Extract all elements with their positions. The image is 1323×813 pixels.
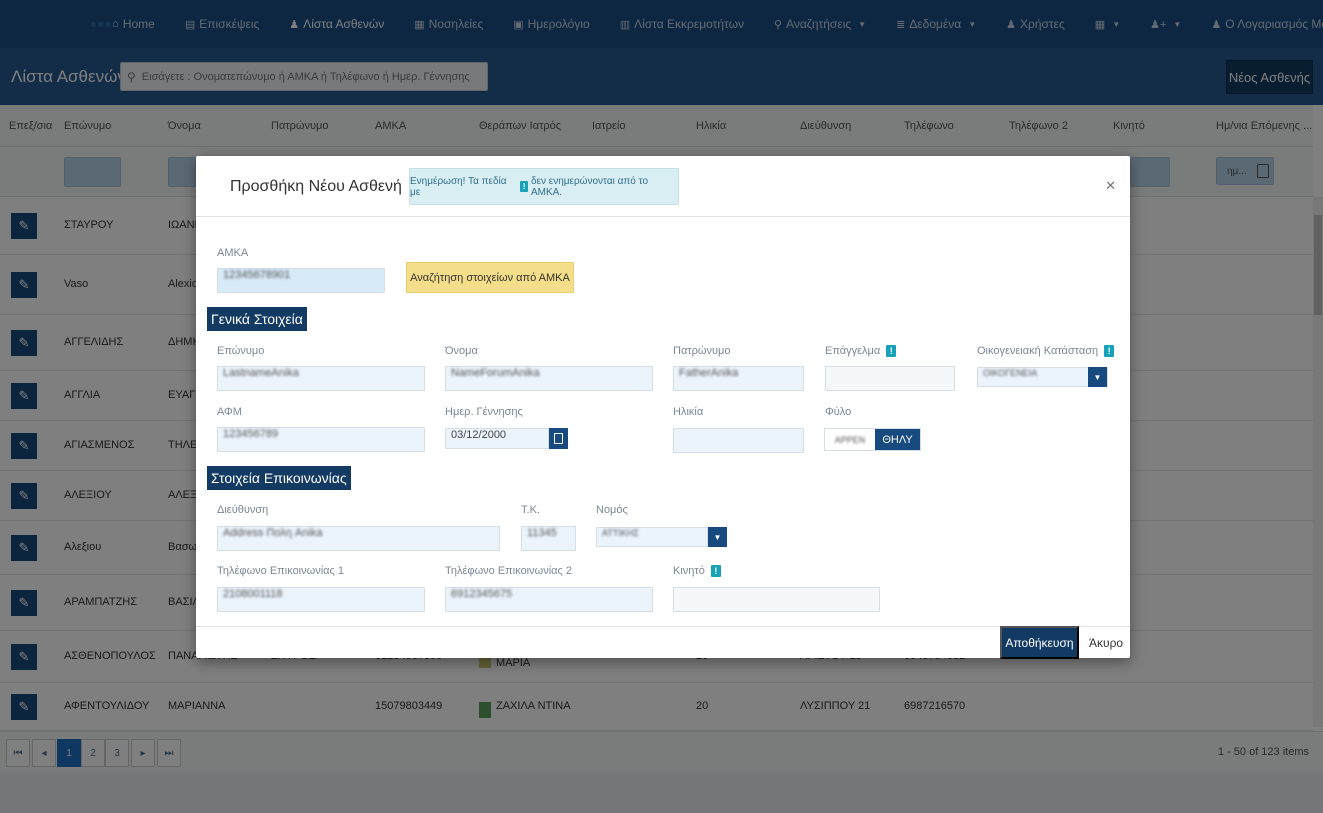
- amka-field[interactable]: 12345678901: [217, 268, 385, 293]
- mobile-label: Κινητό!: [673, 565, 721, 577]
- phone1-label: Τηλέφωνο Επικοινωνίας 1: [217, 565, 344, 577]
- chevron-down-icon[interactable]: ▼: [708, 527, 727, 547]
- amka-info-alert: Ενημέρωση! Τα πεδία με ! δεν ενημερώνοντ…: [409, 168, 679, 205]
- calendar-icon[interactable]: [549, 428, 568, 449]
- prefecture-select[interactable]: ΑΤΤΙΚΗΣ: [596, 527, 708, 547]
- sex-female-option[interactable]: ΘΗΛΥ: [875, 429, 920, 450]
- zip-label: Τ.Κ.: [521, 504, 540, 516]
- sex-label: Φύλο: [825, 406, 852, 418]
- prefecture-label: Νομός: [596, 504, 628, 516]
- add-patient-modal: Προσθήκη Νέου Ασθενή Ενημέρωση! Τα πεδία…: [196, 156, 1130, 659]
- info-badge-icon: !: [710, 565, 721, 577]
- address-field[interactable]: Address Πολη Anika: [217, 526, 500, 551]
- father-label: Πατρώνυμο: [673, 345, 731, 357]
- sex-male-option[interactable]: ΑΡΡΕΝ: [825, 429, 875, 450]
- zip-field[interactable]: 11345: [521, 526, 576, 551]
- afm-label: ΑΦΜ: [217, 406, 242, 418]
- marital-label: Οικογενειακή Κατάσταση!: [977, 345, 1115, 357]
- mobile-field[interactable]: [673, 587, 880, 612]
- info-badge-icon: !: [886, 345, 897, 357]
- info-badge-icon: !: [520, 181, 528, 192]
- chevron-down-icon[interactable]: ▼: [1088, 367, 1107, 387]
- amka-search-button[interactable]: Αναζήτηση στοιχείων από ΑΜΚΑ: [406, 262, 574, 293]
- surname-label: Επώνυμο: [217, 345, 265, 357]
- cancel-button[interactable]: Άκυρο: [1089, 636, 1123, 650]
- info-suffix: δεν ενημερώνονται από το ΑΜΚΑ.: [530, 175, 649, 198]
- close-icon[interactable]: ✕: [1105, 178, 1116, 194]
- surname-field[interactable]: LastnameAnika: [217, 366, 425, 391]
- modal-footer: Αποθήκευση Άκυρο: [196, 626, 1130, 659]
- age-field[interactable]: [673, 428, 804, 453]
- name-label: Όνομα: [445, 345, 478, 357]
- phone1-field[interactable]: 2108001118: [217, 587, 425, 612]
- info-prefix: Ενημέρωση! Τα πεδία με: [410, 175, 507, 198]
- birth-label: Ημερ. Γέννησης: [445, 406, 523, 418]
- phone2-field[interactable]: 6912345675: [445, 587, 653, 612]
- info-badge-icon: !: [1104, 345, 1115, 357]
- phone2-label: Τηλέφωνο Επικοινωνίας 2: [445, 565, 572, 577]
- amka-label: ΑΜΚΑ: [217, 247, 249, 259]
- modal-header: Προσθήκη Νέου Ασθενή Ενημέρωση! Τα πεδία…: [196, 156, 1130, 217]
- age-label: Ηλικία: [673, 406, 704, 418]
- save-button[interactable]: Αποθήκευση: [1000, 626, 1079, 659]
- birthdate-field[interactable]: 03/12/2000: [445, 428, 549, 449]
- job-field[interactable]: [825, 366, 955, 391]
- name-field[interactable]: NameForumAnika: [445, 366, 653, 391]
- sex-toggle: ΑΡΡΕΝ ΘΗΛΥ: [824, 428, 921, 451]
- father-field[interactable]: FatherAnika: [673, 366, 804, 391]
- job-label: Επάγγελμα!: [825, 345, 897, 357]
- afm-field[interactable]: 123456789: [217, 427, 425, 452]
- modal-title: Προσθήκη Νέου Ασθενή: [230, 178, 402, 195]
- section-contact: Στοιχεία Επικοινωνίας: [207, 466, 351, 490]
- section-general: Γενικά Στοιχεία: [207, 307, 307, 331]
- address-label: Διεύθυνση: [217, 504, 269, 516]
